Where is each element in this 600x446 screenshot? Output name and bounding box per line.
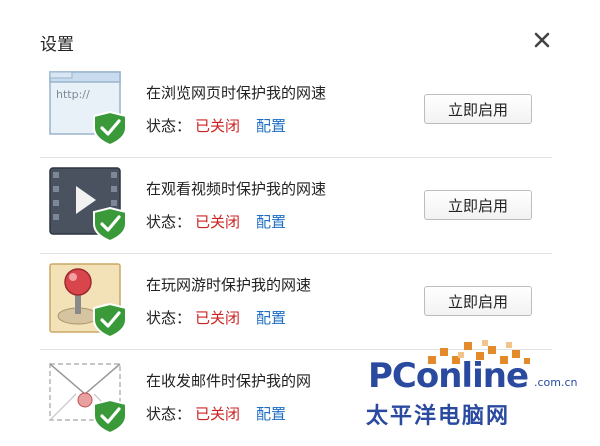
row-online-game: 在玩网游时保护我的网速 状态： 已关闭 配置 立即启用 [40,254,552,350]
row-browse-web: http:// 在浏览网页时保护我的网速 状态： 已关闭 配置 立即启用 [40,62,552,158]
status-label: 状态： [146,117,192,135]
enable-now-button[interactable]: 立即启用 [424,286,532,316]
video-shield-icon [48,164,132,243]
enable-now-button[interactable]: 立即启用 [424,94,532,124]
browser-shield-icon: http:// [48,68,132,147]
close-icon [534,32,550,48]
config-link[interactable]: 配置 [256,117,286,135]
watermark-logo: PConline [368,356,529,396]
watermark-chinese: 太平洋电脑网 [366,404,511,429]
config-link[interactable]: 配置 [256,213,286,231]
row-title: 在玩网游时保护我的网速 [146,276,312,294]
status-line: 状态： 已关闭 配置 [146,211,286,232]
browser-url-text: http:// [56,88,90,101]
row-watch-video: 在观看视频时保护我的网速 状态： 已关闭 配置 立即启用 [40,158,552,254]
status-value: 已关闭 [195,405,241,423]
config-link[interactable]: 配置 [256,309,286,327]
status-line: 状态： 已关闭 配置 [146,307,286,328]
pconline-watermark: PConline .com.cn 太平洋电脑网 [358,338,594,442]
status-value: 已关闭 [195,309,241,327]
status-label: 状态： [146,213,192,231]
status-value: 已关闭 [195,117,241,135]
settings-dialog: 设置 http:// 在浏览网页时保护我的网速 状态：已关闭配置 立即启用 [0,0,600,445]
row-title: 在收发邮件时保护我的网 [146,372,312,390]
status-label: 状态： [146,405,192,423]
status-label: 状态： [146,309,192,327]
row-title: 在浏览网页时保护我的网速 [146,84,327,102]
close-button[interactable] [530,28,554,52]
watermark-domain: .com.cn [534,376,578,389]
row-title: 在观看视频时保护我的网速 [146,180,327,198]
status-line: 状态： 已关闭 配置 [146,403,286,424]
joystick-shield-icon [48,260,132,339]
dialog-title: 设置 [40,35,74,55]
mail-shield-icon [48,356,132,435]
status-line: 状态： 已关闭 配置 [146,115,286,136]
status-value: 已关闭 [195,213,241,231]
enable-now-button[interactable]: 立即启用 [424,190,532,220]
config-link[interactable]: 配置 [256,405,286,423]
